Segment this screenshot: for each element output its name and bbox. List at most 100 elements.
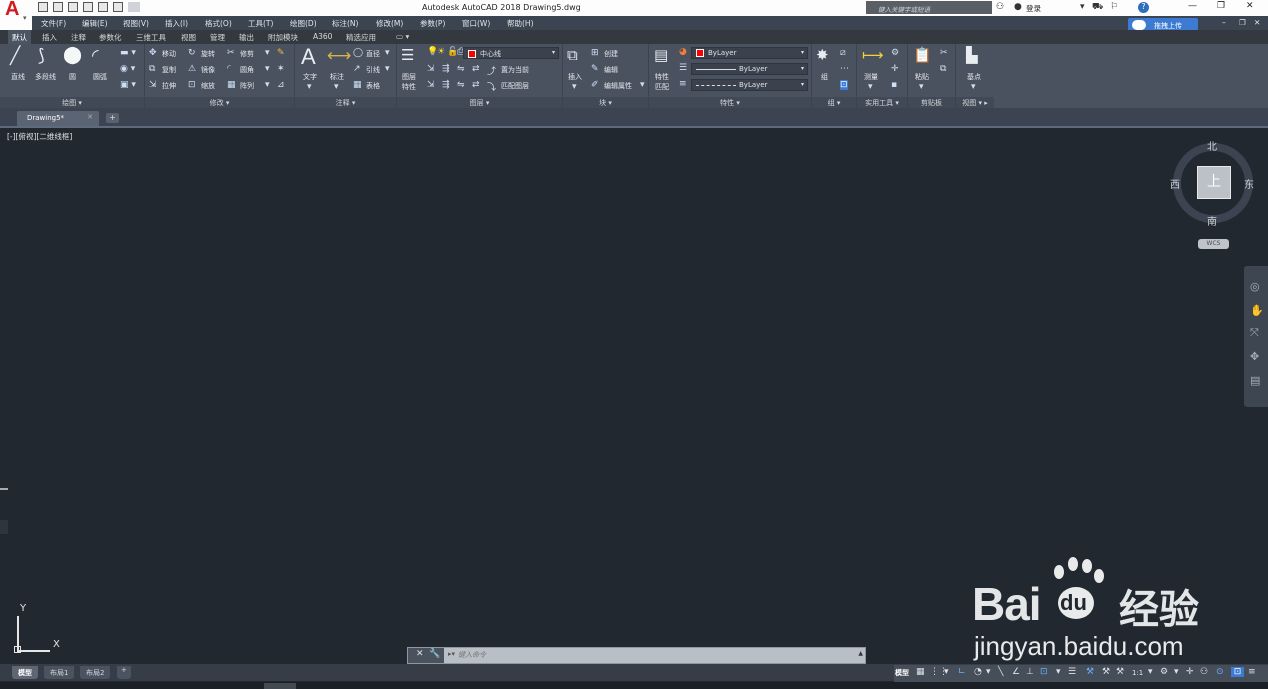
- doc-minimize-icon[interactable]: –: [1222, 18, 1226, 27]
- paste-button[interactable]: 粘贴: [915, 72, 929, 82]
- isolate-objects-icon[interactable]: ⚇: [1200, 667, 1208, 677]
- snap-dropdown-icon[interactable]: ▾: [944, 667, 949, 677]
- scale-dropdown-icon[interactable]: ▾: [1148, 667, 1153, 677]
- layer-tool-5-icon[interactable]: ⇲: [427, 80, 435, 90]
- workspace-gear-icon[interactable]: ⚙: [1160, 667, 1168, 677]
- menu-format[interactable]: 格式(O): [205, 18, 232, 29]
- copy-icon[interactable]: ⧉: [149, 64, 155, 74]
- base-point-button[interactable]: 基点: [967, 72, 981, 82]
- explode-icon[interactable]: ✶: [277, 64, 285, 74]
- text-button[interactable]: 文字: [303, 72, 317, 82]
- match-properties-label-2[interactable]: 匹配: [655, 82, 669, 92]
- insert-block-icon[interactable]: ⧉: [567, 46, 578, 64]
- layer-properties-label-2[interactable]: 特性: [402, 82, 416, 92]
- dimension-dropdown-icon[interactable]: ▾: [334, 82, 339, 92]
- insert-dropdown-icon[interactable]: ▾: [572, 82, 577, 92]
- create-block-button[interactable]: 创建: [604, 49, 618, 59]
- transparency-icon[interactable]: ☰: [1068, 667, 1076, 677]
- diameter-icon[interactable]: ◯: [353, 48, 363, 58]
- edit-attribute-button[interactable]: 编辑属性: [604, 81, 632, 91]
- layer-tool-8-icon[interactable]: ⇄: [472, 80, 480, 90]
- line-label[interactable]: 直线: [11, 72, 25, 82]
- binoculars-icon[interactable]: ⚇: [996, 2, 1004, 12]
- hardware-accel-icon[interactable]: ⊙: [1216, 667, 1224, 677]
- circle-label[interactable]: 圆: [69, 72, 76, 82]
- copy-clip-icon[interactable]: ⧉: [940, 64, 946, 74]
- measure-icon[interactable]: ⟼: [862, 46, 884, 64]
- array-button[interactable]: 阵列: [240, 81, 254, 91]
- copy-button[interactable]: 复制: [162, 65, 176, 75]
- view-panel-title[interactable]: 视图 ▾ ▸: [956, 97, 994, 108]
- tab-manage[interactable]: 管理: [210, 32, 225, 43]
- annotation-visibility-icon[interactable]: ⚒: [1086, 667, 1094, 677]
- ungroup-icon[interactable]: ⧄: [840, 48, 846, 58]
- plot-icon[interactable]: [98, 2, 108, 12]
- paste-dropdown-icon[interactable]: ▾: [919, 82, 924, 92]
- tab-addins[interactable]: 附加模块: [268, 32, 298, 43]
- match-layer-icon[interactable]: ⤵: [487, 80, 496, 93]
- layer-properties-icon[interactable]: ☰: [401, 46, 414, 64]
- polar-dropdown-icon[interactable]: ▾: [986, 667, 991, 677]
- orbit-icon[interactable]: ✥: [1250, 350, 1259, 363]
- viewcube-top-face[interactable]: 上: [1197, 166, 1231, 199]
- clean-screen-icon[interactable]: ⊡: [1231, 667, 1244, 677]
- quick-calc-icon[interactable]: ⚙: [891, 48, 899, 58]
- diameter-dropdown-icon[interactable]: ▾: [385, 48, 390, 58]
- model-space-button[interactable]: 模型: [895, 668, 909, 678]
- tab-default[interactable]: 默认: [8, 30, 31, 44]
- leader-dropdown-icon[interactable]: ▾: [385, 64, 390, 74]
- menu-insert[interactable]: 插入(I): [165, 18, 188, 29]
- showmotion-icon[interactable]: ▤: [1250, 374, 1260, 387]
- mirror-button[interactable]: 镜像: [201, 65, 215, 75]
- scale-button[interactable]: 缩放: [201, 81, 215, 91]
- compass-south[interactable]: 南: [1207, 213, 1217, 228]
- edit-attribute-dropdown-icon[interactable]: ▾: [640, 80, 645, 90]
- search-input[interactable]: 键入关键字或短语: [866, 1, 992, 14]
- new-tab-button[interactable]: +: [106, 113, 119, 123]
- command-input[interactable]: [445, 649, 855, 662]
- tab-featured-apps[interactable]: 精选应用: [346, 32, 376, 43]
- create-block-icon[interactable]: ⊞: [591, 48, 599, 58]
- group-icon[interactable]: ✸: [816, 46, 829, 64]
- id-point-icon[interactable]: ▪: [891, 80, 897, 90]
- customize-icon[interactable]: 🔧: [429, 649, 440, 659]
- menu-edit[interactable]: 编辑(E): [82, 18, 108, 29]
- stretch-button[interactable]: 拉伸: [162, 81, 176, 91]
- annotation-scale-icon[interactable]: ⚒: [1116, 667, 1124, 677]
- measure-dropdown-icon[interactable]: ▾: [868, 82, 873, 92]
- leader-button[interactable]: 引线: [366, 65, 380, 75]
- text-dropdown-icon[interactable]: ▾: [307, 82, 312, 92]
- viewport-controls[interactable]: [-][俯视][二维线框]: [7, 131, 72, 142]
- edit-attribute-icon[interactable]: ✐: [591, 80, 599, 90]
- tab-layout1[interactable]: 布局1: [44, 666, 75, 679]
- osnap-dropdown-icon[interactable]: ▾: [1056, 667, 1061, 677]
- edit-block-button[interactable]: 编辑: [604, 65, 618, 75]
- menu-modify[interactable]: 修改(M): [376, 18, 403, 29]
- set-current-button[interactable]: 置为当前: [501, 65, 529, 75]
- compass-north[interactable]: 北: [1207, 138, 1217, 153]
- quick-access-dropdown-icon[interactable]: [128, 2, 140, 12]
- menu-parametric[interactable]: 参数(P): [420, 18, 445, 29]
- circle-icon[interactable]: ⬤: [63, 45, 82, 65]
- stretch-icon[interactable]: ⇲: [149, 80, 157, 90]
- application-menu-button[interactable]: A ▾: [0, 0, 32, 30]
- annotation-scale-value[interactable]: 1:1: [1132, 669, 1143, 677]
- properties-panel-title[interactable]: 特性 ▾: [649, 97, 811, 108]
- lineweight-icon[interactable]: ≡: [679, 79, 687, 89]
- compass-east[interactable]: 东: [1244, 176, 1254, 191]
- layer-properties-label-1[interactable]: 图层: [402, 72, 416, 82]
- layer-tool-7-icon[interactable]: ⇋: [457, 80, 465, 90]
- insert-button[interactable]: 插入: [568, 72, 582, 82]
- move-button[interactable]: 移动: [162, 49, 176, 59]
- annotation-panel-title[interactable]: 注释 ▾: [295, 97, 396, 108]
- osnap-icon[interactable]: ⊡: [1040, 667, 1048, 677]
- grid-icon[interactable]: ▦: [916, 667, 925, 677]
- close-tab-icon[interactable]: ✕: [87, 113, 93, 121]
- group-select-icon[interactable]: ⊡: [840, 80, 848, 90]
- lineweight-dropdown[interactable]: ByLayer ▾: [691, 79, 808, 91]
- fillet-dropdown-icon[interactable]: ▾: [265, 64, 270, 74]
- group-edit-icon[interactable]: ⋯: [840, 64, 849, 74]
- layer-tool-2-icon[interactable]: ⇶: [442, 64, 450, 74]
- fillet-button[interactable]: 圆角: [240, 65, 254, 75]
- auto-scale-icon[interactable]: ⚒: [1102, 667, 1110, 677]
